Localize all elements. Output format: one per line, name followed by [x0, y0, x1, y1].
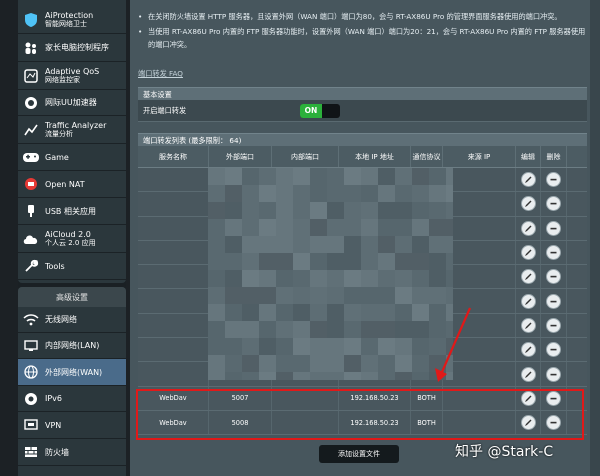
sidebar-item-qos[interactable]: Adaptive QoS 网络监控家: [18, 62, 126, 90]
sidebar-item-parental[interactable]: 家长电脑控制程序: [18, 34, 126, 62]
sidebar-item-sublabel: 流量分析: [45, 129, 73, 138]
sidebar-item-sublabel: 个人云 2.0 应用: [45, 238, 96, 247]
sidebar-item-label: VPN: [45, 420, 62, 430]
sidebar-item-vpn[interactable]: VPN: [18, 412, 126, 439]
sidebar: AiProtection 智能网络卫士 家长电脑控制程序 Adaptive QoS…: [18, 0, 126, 476]
sidebar-item-label: IPv6: [45, 394, 63, 403]
sidebar-item-traffic[interactable]: Traffic Analyzer 流量分析: [18, 116, 126, 144]
globe-icon: [20, 361, 42, 383]
lan-icon: [20, 335, 42, 357]
sidebar-item-label: 内部网络(LAN): [45, 341, 100, 350]
sidebar-item-aiprotection[interactable]: AiProtection 智能网络卫士: [18, 6, 126, 34]
shield-icon: [20, 9, 42, 31]
sidebar-item-sublabel: 网络监控家: [45, 75, 80, 84]
firewall-icon: [20, 441, 42, 463]
sidebar-item-label: 网际UU加速器: [45, 98, 97, 107]
sidebar-item-wan[interactable]: 外部网络(WAN): [18, 359, 126, 386]
sidebar-item-label: Traffic Analyzer: [45, 120, 107, 130]
cloud-icon: [20, 228, 42, 250]
ipv6-icon: [20, 388, 42, 410]
sidebar-item-label: 外部网络(WAN): [45, 367, 103, 377]
sidebar-item-uu[interactable]: 网际UU加速器: [18, 90, 126, 116]
uu-accelerator-icon: [20, 92, 42, 114]
sidebar-item-label: AiCloud 2.0: [45, 229, 91, 239]
add-profile-button[interactable]: 添加设置文件: [319, 445, 399, 463]
sidebar-item-aicloud[interactable]: AiCloud 2.0 个人云 2.0 应用: [18, 225, 126, 253]
sidebar-item-label: 无线网络: [45, 315, 77, 324]
sidebar-item-label: Open NAT: [45, 179, 85, 189]
sidebar-item-label: Tools: [45, 261, 65, 271]
sidebar-item-firewall[interactable]: 防火墙: [18, 439, 126, 466]
sidebar-item-wireless[interactable]: 无线网络: [18, 307, 126, 333]
sidebar-item-label: 防火墙: [45, 447, 69, 457]
wrench-icon: [20, 255, 42, 277]
qos-icon: [20, 65, 42, 87]
family-icon: [20, 37, 42, 59]
sidebar-advanced-header: 高级设置: [18, 287, 126, 307]
sidebar-item-game[interactable]: Game: [18, 144, 126, 171]
sidebar-item-label: 家长电脑控制程序: [45, 43, 109, 52]
sidebar-item-tools[interactable]: Tools: [18, 253, 126, 280]
scrollbar[interactable]: [590, 0, 600, 476]
sidebar-item-label: AiProtection: [45, 10, 94, 20]
sidebar-item-label: Game: [45, 152, 69, 162]
vpn-icon: [20, 414, 42, 436]
usb-icon: [20, 200, 42, 222]
traffic-icon: [20, 119, 42, 141]
gamepad-icon: [20, 146, 42, 168]
sidebar-item-opennat[interactable]: Open NAT: [18, 171, 126, 198]
sidebar-item-lan[interactable]: 内部网络(LAN): [18, 333, 126, 359]
sidebar-item-sublabel: 智能网络卫士: [45, 19, 87, 28]
sidebar-item-label: Adaptive QoS: [45, 66, 100, 76]
annotation-arrow: [435, 307, 472, 382]
open-nat-icon: [20, 173, 42, 195]
sidebar-item-ipv6[interactable]: IPv6: [18, 386, 126, 412]
sidebar-item-usb[interactable]: USB 相关应用: [18, 198, 126, 225]
wifi-icon: [20, 309, 42, 331]
sidebar-item-label: USB 相关应用: [45, 206, 96, 216]
watermark: 知乎 @Stark-C: [455, 444, 554, 460]
main-panel: 在关闭防火墙设置 HTTP 服务器，且设置外网（WAN 端口）端口为80，会与 …: [130, 0, 600, 476]
